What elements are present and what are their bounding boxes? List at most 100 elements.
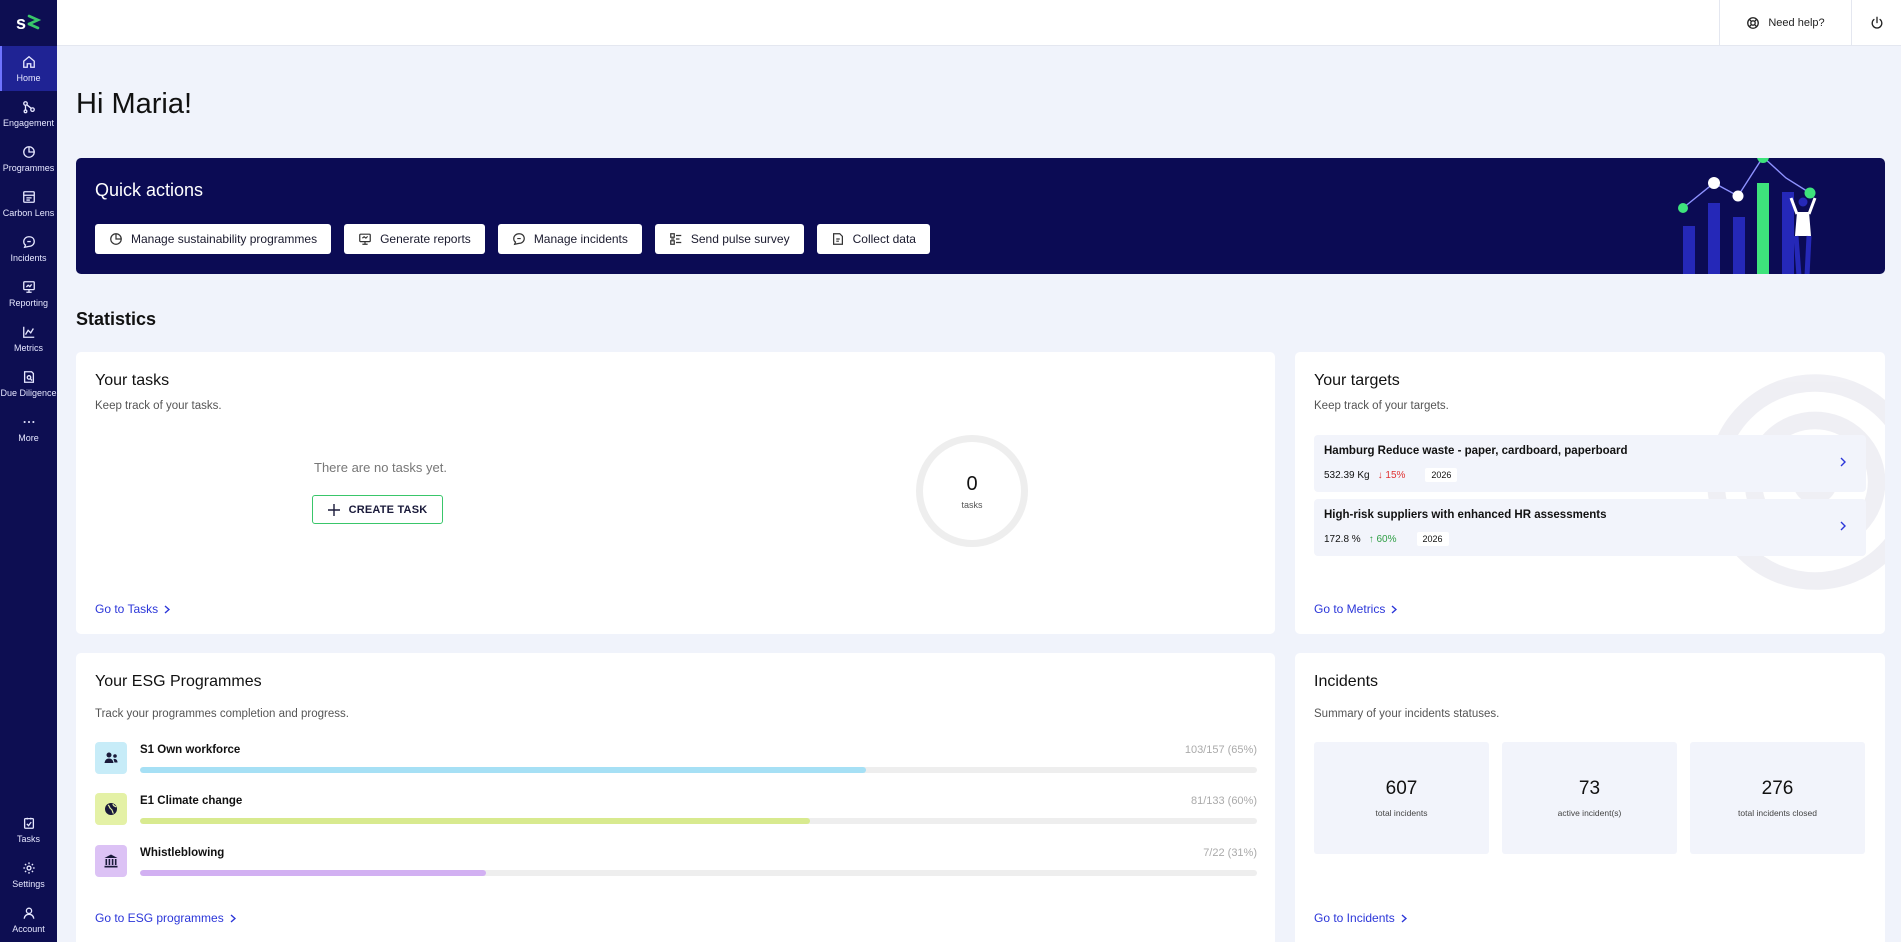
incident-stat-label: total incidents closed <box>1738 808 1817 818</box>
programme-item[interactable]: E1 Climate change 81/133 (60%) <box>95 793 1257 827</box>
sidebar-item-label: More <box>18 433 39 443</box>
go-to-incidents-link[interactable]: Go to Incidents <box>1314 911 1407 925</box>
sidebar-item-due-diligence[interactable]: Due Diligence <box>0 361 57 406</box>
sidebar-item-incidents[interactable]: Incidents <box>0 226 57 271</box>
top-bar: Need help? <box>57 0 1901 46</box>
sidebar-item-metrics[interactable]: Metrics <box>0 316 57 361</box>
target-year: 2026 <box>1425 468 1457 482</box>
quick-actions-banner: Quick actions Manage sustainability prog… <box>76 158 1885 274</box>
programme-progress-track <box>140 818 1257 824</box>
create-task-label: CREATE TASK <box>349 504 428 516</box>
sidebar-item-label: Reporting <box>9 298 48 308</box>
sidebar-item-label: Programmes <box>3 163 55 173</box>
tasks-count-ring: 0 tasks <box>916 435 1028 547</box>
incident-stat-value: 607 <box>1386 778 1418 800</box>
programme-name: E1 Climate change <box>140 795 242 807</box>
collect-data-button[interactable]: Collect data <box>817 224 930 254</box>
page-title: Hi Maria! <box>76 88 192 121</box>
incidents-subtitle: Summary of your incidents statuses. <box>1314 708 1499 720</box>
sidebar-item-label: Tasks <box>17 834 40 844</box>
need-help-label: Need help? <box>1768 17 1824 29</box>
chevron-right-icon <box>1838 519 1848 533</box>
chevron-right-icon <box>1391 605 1397 614</box>
incident-stat-label: total incidents <box>1376 808 1428 818</box>
sidebar-item-carbon-lens[interactable]: Carbon Lens <box>0 181 57 226</box>
statistics-title: Statistics <box>76 309 156 330</box>
tasks-title: Your tasks <box>95 372 169 390</box>
carbon-lens-icon <box>22 190 36 204</box>
button-label: Collect data <box>853 232 916 246</box>
sidebar-item-account[interactable]: Account <box>0 897 57 942</box>
incident-stat-value: 73 <box>1579 778 1600 800</box>
sidebar-item-label: Home <box>16 73 40 83</box>
account-icon <box>22 906 36 920</box>
incident-stat-value: 276 <box>1762 778 1794 800</box>
tasks-subtitle: Keep track of your tasks. <box>95 400 222 412</box>
target-item[interactable]: High-risk suppliers with enhanced HR ass… <box>1314 499 1866 556</box>
button-label: Generate reports <box>380 232 471 246</box>
programme-progress-track <box>140 767 1257 773</box>
target-value: 532.39 Kg <box>1324 470 1370 481</box>
app-logo[interactable]: s <box>0 0 57 46</box>
sidebar-item-reporting[interactable]: Reporting <box>0 271 57 316</box>
target-name: Hamburg Reduce waste - paper, cardboard,… <box>1324 445 1628 457</box>
target-item[interactable]: Hamburg Reduce waste - paper, cardboard,… <box>1314 435 1866 492</box>
programme-count: 7/22 (31%) <box>1203 847 1257 859</box>
sidebar-item-home[interactable]: Home <box>0 46 57 91</box>
generate-reports-button[interactable]: Generate reports <box>344 224 485 254</box>
sidebar-item-label: Account <box>12 924 45 934</box>
go-to-esg-programmes-link[interactable]: Go to ESG programmes <box>95 911 236 925</box>
document-icon <box>831 232 845 246</box>
manage-incidents-button[interactable]: Manage incidents <box>498 224 642 254</box>
programme-count: 81/133 (60%) <box>1191 795 1257 807</box>
pie-chart-icon <box>109 232 123 246</box>
go-to-tasks-link[interactable]: Go to Tasks <box>95 602 170 616</box>
programme-name: S1 Own workforce <box>140 744 240 756</box>
target-meta: 172.8 % ↑ 60% 2026 <box>1324 532 1449 546</box>
incident-stat-total: 607 total incidents <box>1314 742 1489 854</box>
go-to-metrics-link[interactable]: Go to Metrics <box>1314 602 1397 616</box>
target-change-up: ↑ 60% <box>1369 534 1397 545</box>
logout-button[interactable] <box>1851 0 1901 46</box>
incidents-title: Incidents <box>1314 673 1378 691</box>
programmes-icon <box>22 145 36 159</box>
metrics-icon <box>22 325 36 339</box>
programme-name: Whistleblowing <box>140 847 224 859</box>
sidebar-item-tasks[interactable]: Tasks <box>0 807 57 852</box>
tasks-count: 0 <box>966 473 977 496</box>
sidebar-item-engagement[interactable]: Engagement <box>0 91 57 136</box>
lifebuoy-icon <box>1746 16 1760 30</box>
esg-subtitle: Track your programmes completion and pro… <box>95 708 349 720</box>
create-task-button[interactable]: CREATE TASK <box>312 495 443 524</box>
programme-progress-fill <box>140 818 810 824</box>
sidebar-item-more[interactable]: More <box>0 406 57 451</box>
send-pulse-survey-button[interactable]: Send pulse survey <box>655 224 804 254</box>
plus-icon <box>328 504 340 516</box>
programme-count: 103/157 (65%) <box>1185 744 1257 756</box>
incident-stat-label: active incident(s) <box>1558 808 1622 818</box>
incident-stat-active: 73 active incident(s) <box>1502 742 1677 854</box>
chevron-right-icon <box>1838 455 1848 469</box>
targets-title: Your targets <box>1314 372 1400 390</box>
target-change: 60% <box>1376 534 1396 545</box>
chevron-right-icon <box>230 914 236 923</box>
sidebar-item-label: Carbon Lens <box>3 208 55 218</box>
chat-icon <box>512 232 526 246</box>
button-label: Send pulse survey <box>691 232 790 246</box>
manage-programmes-button[interactable]: Manage sustainability programmes <box>95 224 331 254</box>
sidebar-item-settings[interactable]: Settings <box>0 852 57 897</box>
quick-actions-title: Quick actions <box>95 180 203 201</box>
programme-item[interactable]: Whistleblowing 7/22 (31%) <box>95 845 1257 879</box>
sidebar-item-programmes[interactable]: Programmes <box>0 136 57 181</box>
chevron-right-icon <box>1401 914 1407 923</box>
tasks-icon <box>22 816 36 830</box>
programme-item[interactable]: S1 Own workforce 103/157 (65%) <box>95 742 1257 776</box>
go-to-metrics-label: Go to Metrics <box>1314 602 1385 616</box>
button-label: Manage sustainability programmes <box>131 232 317 246</box>
need-help-button[interactable]: Need help? <box>1719 0 1851 46</box>
tasks-empty-text: There are no tasks yet. <box>314 460 447 475</box>
chevron-right-icon <box>164 605 170 614</box>
target-change: 15% <box>1385 470 1405 481</box>
tasks-count-label: tasks <box>961 500 982 510</box>
incidents-card: Incidents Summary of your incidents stat… <box>1295 653 1885 942</box>
